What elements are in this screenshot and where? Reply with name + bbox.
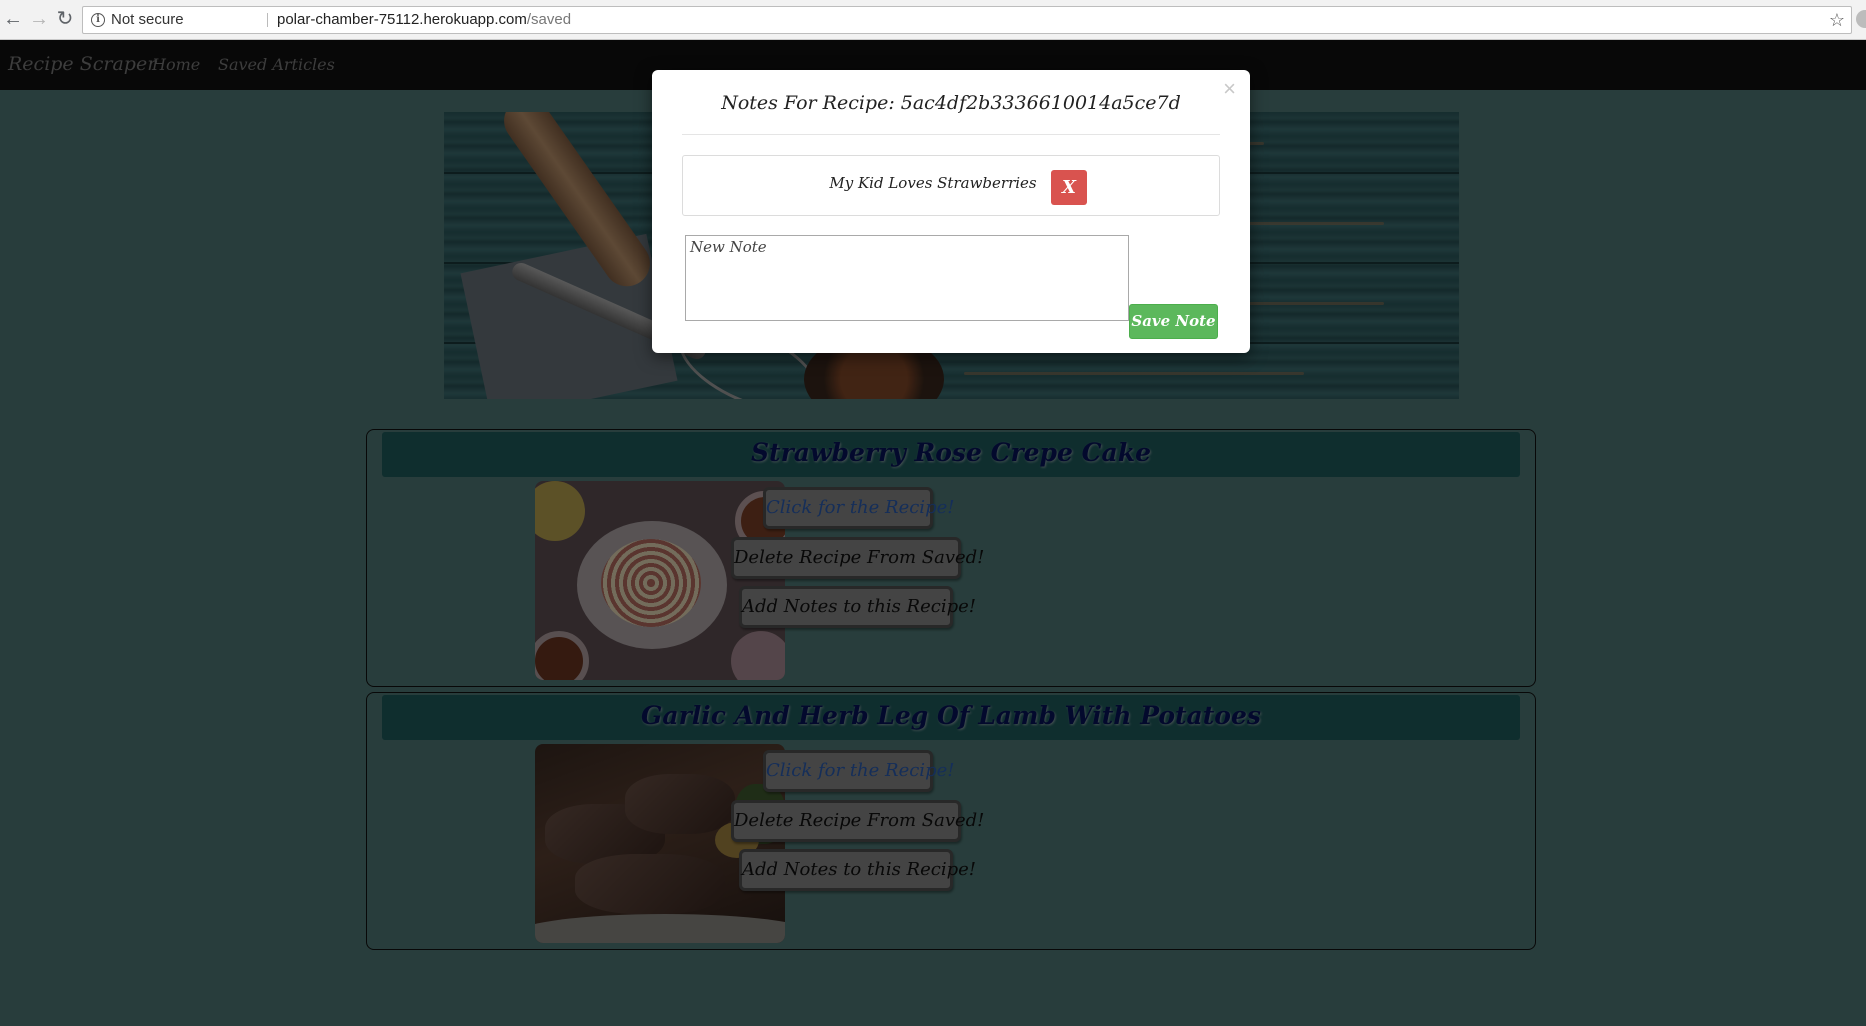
new-note-textarea[interactable] [685, 235, 1129, 321]
address-divider [267, 13, 268, 27]
address-bar[interactable]: i Not secure polar-chamber-75112.herokua… [82, 6, 1852, 34]
bookmark-star-icon[interactable]: ☆ [1829, 7, 1845, 33]
modal-divider [682, 134, 1220, 135]
note-text: My Kid Loves Strawberries [829, 174, 1037, 192]
note-list-item: My Kid Loves Strawberries X [682, 155, 1220, 216]
info-icon[interactable]: i [91, 13, 105, 27]
profile-icon[interactable] [1856, 10, 1866, 28]
url-text[interactable]: polar-chamber-75112.herokuapp.com/saved [277, 7, 571, 33]
back-arrow-icon[interactable]: ← [0, 6, 26, 32]
notes-modal: × Notes For Recipe: 5ac4df2b3336610014a5… [652, 70, 1250, 353]
url-host: polar-chamber-75112.herokuapp.com [277, 11, 527, 28]
save-note-button[interactable]: Save Note [1129, 304, 1218, 339]
modal-title: Notes For Recipe: 5ac4df2b3336610014a5ce… [721, 92, 1181, 114]
delete-note-button[interactable]: X [1051, 170, 1087, 205]
forward-arrow-icon[interactable]: → [26, 6, 52, 32]
url-path: /saved [526, 11, 572, 28]
reload-icon[interactable]: ↻ [52, 6, 78, 32]
browser-toolbar: ← → ↻ i Not secure polar-chamber-75112.h… [0, 0, 1866, 40]
security-label[interactable]: Not secure [111, 7, 184, 33]
